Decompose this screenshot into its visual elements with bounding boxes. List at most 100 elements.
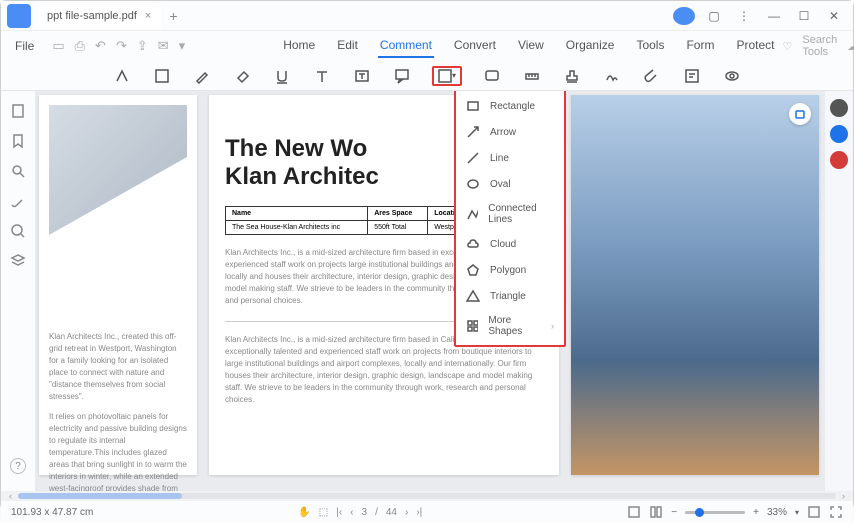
- shape-connected-lines[interactable]: Connected Lines: [456, 197, 564, 231]
- page-image: [49, 105, 187, 235]
- cloud-icon[interactable]: ☁: [847, 40, 854, 53]
- signature-tool[interactable]: [602, 66, 622, 86]
- shape-cloud[interactable]: Cloud: [456, 231, 564, 257]
- shape-oval[interactable]: Oval: [456, 171, 564, 197]
- zoom-in-button[interactable]: +: [753, 507, 759, 518]
- zoom-out-button[interactable]: −: [671, 507, 677, 518]
- bookmarks-icon[interactable]: [10, 133, 26, 149]
- body-text: It relies on photovoltaic panels for ele…: [49, 411, 187, 491]
- shapes-tool[interactable]: ▾: [432, 66, 462, 86]
- menu-tools[interactable]: Tools: [634, 34, 666, 58]
- menu-convert[interactable]: Convert: [452, 34, 498, 58]
- prev-page-button[interactable]: ‹: [350, 507, 353, 518]
- shape-triangle[interactable]: Triangle: [456, 283, 564, 309]
- first-page-button[interactable]: |‹: [336, 507, 342, 518]
- hand-tool-icon[interactable]: ✋: [298, 507, 310, 518]
- redo-icon[interactable]: ↷: [116, 38, 127, 54]
- window-close-button[interactable]: ✕: [823, 9, 845, 23]
- area-highlight-tool[interactable]: [152, 66, 172, 86]
- shape-rectangle[interactable]: Rectangle: [456, 93, 564, 119]
- menu-home[interactable]: Home: [281, 34, 317, 58]
- settings-icon[interactable]: [830, 99, 848, 117]
- menu-view[interactable]: View: [516, 34, 546, 58]
- textbox-tool[interactable]: [352, 66, 372, 86]
- scroll-left-icon[interactable]: ‹: [9, 491, 12, 501]
- file-menu[interactable]: File: [9, 37, 40, 55]
- horizontal-scrollbar[interactable]: [18, 493, 836, 499]
- share-icon[interactable]: ⇪: [137, 38, 148, 54]
- layers-icon[interactable]: [10, 253, 26, 269]
- table-cell: 550ft Total: [368, 221, 428, 235]
- page-preview: [571, 95, 819, 475]
- scroll-right-icon[interactable]: ›: [842, 491, 845, 501]
- menu-form[interactable]: Form: [684, 34, 716, 58]
- right-sidebar: [825, 91, 853, 491]
- attachment-tool[interactable]: [642, 66, 662, 86]
- page-preview: Klan Architects Inc., created this off-g…: [39, 95, 197, 475]
- window-panel-icon[interactable]: ▢: [703, 9, 725, 23]
- shape-more[interactable]: More Shapes›: [456, 309, 564, 343]
- body-text: Klan Architects Inc., created this off-g…: [49, 331, 187, 403]
- reading-mode-icon[interactable]: [649, 505, 663, 519]
- page-total: 44: [386, 507, 397, 518]
- screenshot-icon[interactable]: [789, 103, 811, 125]
- new-tab-button[interactable]: +: [169, 8, 177, 24]
- find-icon[interactable]: [10, 223, 26, 239]
- zoom-slider[interactable]: [685, 511, 745, 514]
- highlight-tool[interactable]: [112, 66, 132, 86]
- document-tab[interactable]: ppt file-sample.pdf ×: [37, 3, 161, 29]
- underline-tool[interactable]: [272, 66, 292, 86]
- hide-comments-tool[interactable]: [722, 66, 742, 86]
- status-bar: 101.93 x 47.87 cm ✋ ⬚ |‹ ‹ 3 / 44 › ›| −…: [1, 501, 853, 523]
- chevron-right-icon: ›: [551, 321, 554, 331]
- close-tab-icon[interactable]: ×: [145, 10, 151, 22]
- table-header: Name: [226, 207, 368, 221]
- save-icon[interactable]: ▭: [52, 38, 64, 54]
- ai-assistant-icon[interactable]: [830, 125, 848, 143]
- next-page-button[interactable]: ›: [405, 507, 408, 518]
- help-button[interactable]: ?: [10, 458, 26, 474]
- shape-polygon[interactable]: Polygon: [456, 257, 564, 283]
- shape-line[interactable]: Line: [456, 145, 564, 171]
- menu-protect[interactable]: Protect: [734, 34, 776, 58]
- page-sep: /: [375, 507, 378, 518]
- bulb-icon[interactable]: ♡: [782, 40, 792, 53]
- page-current[interactable]: 3: [362, 507, 368, 518]
- mail-icon[interactable]: ✉: [158, 38, 169, 54]
- view-mode-icon[interactable]: [627, 505, 641, 519]
- eraser-tool[interactable]: [232, 66, 252, 86]
- window-maximize-button[interactable]: ☐: [793, 9, 815, 23]
- zoom-dropdown-icon[interactable]: ▾: [795, 508, 799, 517]
- search-icon[interactable]: [10, 163, 26, 179]
- pencil-tool[interactable]: [192, 66, 212, 86]
- text-tool[interactable]: [312, 66, 332, 86]
- qat-more-icon[interactable]: ▾: [179, 38, 186, 54]
- menu-comment[interactable]: Comment: [378, 34, 434, 58]
- note-tool[interactable]: [482, 66, 502, 86]
- stamp-tool[interactable]: [562, 66, 582, 86]
- zoom-value: 33%: [767, 507, 787, 518]
- ai-tool-icon[interactable]: [830, 151, 848, 169]
- print-icon[interactable]: ⎙: [75, 38, 85, 54]
- menu-edit[interactable]: Edit: [335, 34, 360, 58]
- avatar[interactable]: [673, 7, 695, 25]
- table-cell: The Sea House-Klan Architects inc: [226, 221, 368, 235]
- callout-tool[interactable]: [392, 66, 412, 86]
- table-header: Ares Space: [368, 207, 428, 221]
- select-tool-icon[interactable]: ⬚: [319, 507, 328, 518]
- thumbnails-icon[interactable]: [10, 103, 26, 119]
- window-minimize-button[interactable]: —: [763, 9, 785, 23]
- undo-icon[interactable]: ↶: [95, 38, 106, 54]
- search-tools-input[interactable]: Search Tools: [802, 34, 837, 58]
- attachments-panel-icon[interactable]: [10, 193, 26, 209]
- shape-arrow[interactable]: Arrow: [456, 119, 564, 145]
- window-more-icon[interactable]: ⋮: [733, 9, 755, 23]
- shapes-dropdown: Rectangle Arrow Line Oval Connected Line…: [454, 91, 566, 347]
- menu-organize[interactable]: Organize: [564, 34, 617, 58]
- measure-tool[interactable]: [522, 66, 542, 86]
- manage-comments-tool[interactable]: [682, 66, 702, 86]
- fit-page-icon[interactable]: [807, 505, 821, 519]
- document-viewport[interactable]: Klan Architects Inc., created this off-g…: [35, 91, 825, 491]
- fullscreen-icon[interactable]: [829, 505, 843, 519]
- last-page-button[interactable]: ›|: [416, 507, 422, 518]
